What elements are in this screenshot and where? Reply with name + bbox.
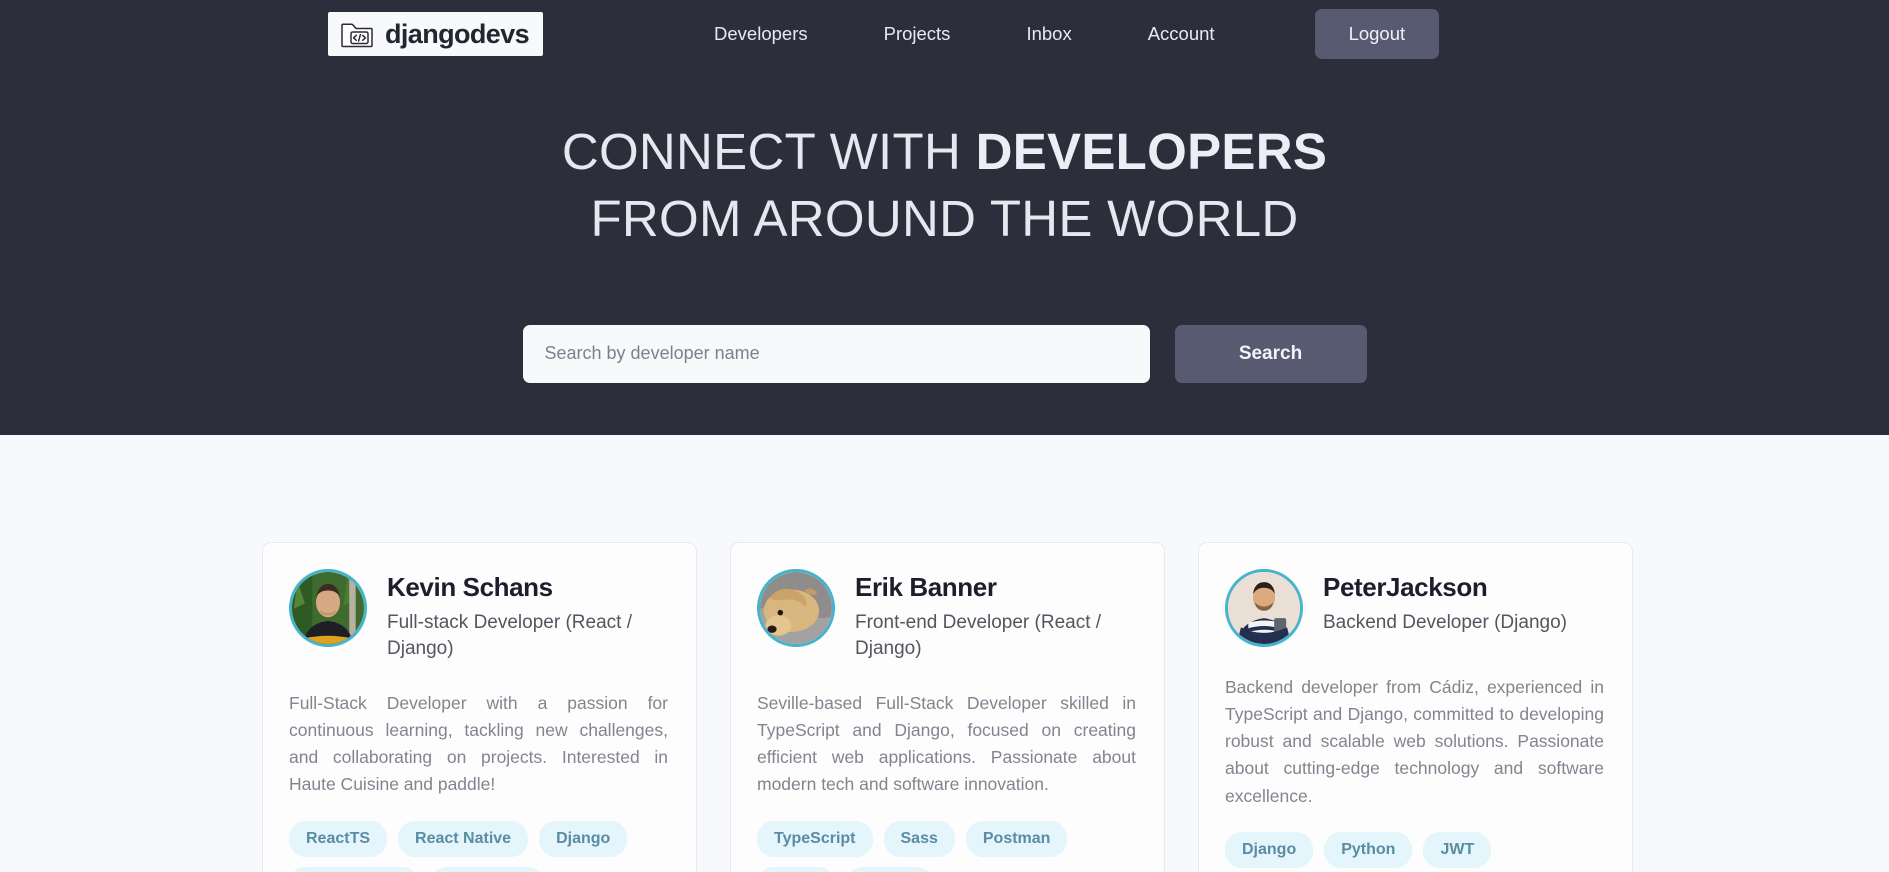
skill-tag[interactable]: ReactTS <box>289 820 388 857</box>
logo-text: djangodevs <box>385 18 530 49</box>
developer-name: PeterJackson <box>1323 572 1488 602</box>
nav-links: Developers Projects Inbox Account Logout <box>676 9 1440 59</box>
logout-button[interactable]: Logout <box>1314 9 1440 59</box>
developer-card[interactable]: Erik Banner Front-end Developer (React /… <box>730 542 1165 872</box>
nav-link-inbox[interactable]: Inbox <box>988 23 1109 45</box>
avatar <box>757 569 835 647</box>
avatar <box>289 569 367 647</box>
developer-name: Erik Banner <box>855 572 997 602</box>
skill-tags: TypeScript Sass Postman React Django <box>757 820 1136 872</box>
skill-tag[interactable]: Django <box>539 820 628 857</box>
card-header: Kevin Schans Full-stack Developer (React… <box>289 569 668 663</box>
skill-tag[interactable]: React Native <box>398 820 529 857</box>
skill-tag[interactable]: Django <box>1225 831 1314 868</box>
nav-link-projects[interactable]: Projects <box>846 23 989 45</box>
developer-bio: Seville-based Full-Stack Developer skill… <box>757 693 1136 795</box>
folder-code-icon <box>340 21 374 48</box>
nav-link-developers[interactable]: Developers <box>676 23 846 45</box>
developer-name: Kevin Schans <box>387 572 553 602</box>
search-button[interactable]: Search <box>1174 324 1367 383</box>
page-title: CONNECT WITH DEVELOPERS FROM AROUND THE … <box>0 118 1889 253</box>
skill-tags: Django Python JWT <box>1225 831 1604 868</box>
skill-tag[interactable]: Django <box>845 866 934 872</box>
avatar <box>1225 569 1303 647</box>
hero-section: djangodevs Developers Projects Inbox Acc… <box>0 0 1889 435</box>
hero-title-bold: DEVELOPERS <box>975 123 1328 180</box>
card-header-text: PeterJackson Backend Developer (Django) <box>1323 569 1567 636</box>
card-header: Erik Banner Front-end Developer (React /… <box>757 569 1136 663</box>
skill-tag[interactable]: TailwindCSS <box>289 866 419 872</box>
nav-link-account[interactable]: Account <box>1110 23 1253 45</box>
developer-bio: Full-Stack Developer with a passion for … <box>289 693 668 795</box>
card-header-text: Kevin Schans Full-stack Developer (React… <box>387 569 668 663</box>
developer-cards: Kevin Schans Full-stack Developer (React… <box>0 435 1889 872</box>
skill-tags: ReactTS React Native Django TailwindCSS … <box>289 820 668 872</box>
developer-role: Front-end Developer (React / Django) <box>855 611 1102 660</box>
search-input[interactable] <box>522 324 1150 383</box>
skill-tag[interactable]: TypeScript <box>757 820 873 857</box>
card-header-text: Erik Banner Front-end Developer (React /… <box>855 569 1136 663</box>
developer-card[interactable]: Kevin Schans Full-stack Developer (React… <box>262 542 697 872</box>
logo[interactable]: djangodevs <box>328 12 544 56</box>
navbar: djangodevs Developers Projects Inbox Acc… <box>0 0 1889 68</box>
hero-title-light: CONNECT WITH <box>561 123 976 180</box>
skill-tag[interactable]: TypeScript <box>429 866 546 872</box>
developer-bio: Backend developer from Cádiz, experience… <box>1225 677 1604 806</box>
skill-tag[interactable]: React <box>757 866 835 872</box>
developer-role: Backend Developer (Django) <box>1323 611 1567 633</box>
hero-title-line2: FROM AROUND THE WORLD <box>590 190 1299 248</box>
skill-tag[interactable]: Sass <box>883 820 955 857</box>
search-bar: Search <box>0 324 1889 383</box>
developer-role: Full-stack Developer (React / Django) <box>387 611 632 660</box>
skill-tag[interactable]: Postman <box>965 820 1068 857</box>
card-header: PeterJackson Backend Developer (Django) <box>1225 569 1604 647</box>
developer-card[interactable]: PeterJackson Backend Developer (Django) … <box>1198 542 1633 872</box>
skill-tag[interactable]: Python <box>1324 831 1413 868</box>
skill-tag[interactable]: JWT <box>1423 831 1492 868</box>
